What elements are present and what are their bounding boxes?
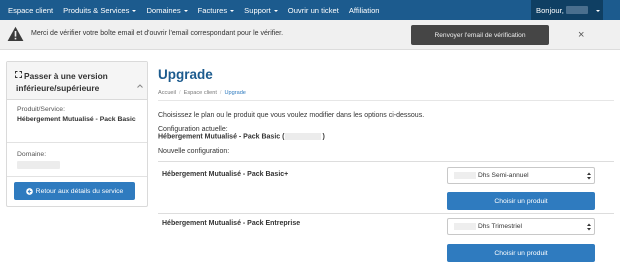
billing-cycle-value: Dhs Semi-annuel <box>478 172 529 179</box>
user-greeting: Bonjour, <box>536 5 564 15</box>
nav-label: Factures <box>197 5 228 15</box>
product-value: Hébergement Mutualisé - Pack Basic <box>17 116 136 123</box>
nav-label: Ouvrir un ticket <box>287 5 339 15</box>
caret-down-icon <box>273 9 278 12</box>
warning-icon <box>7 26 24 41</box>
nav-domaines[interactable]: Domaines <box>141 0 192 20</box>
intro-text: Choisissez le plan ou le produit que vou… <box>158 112 425 119</box>
breadcrumb-home[interactable]: Accueil <box>158 90 176 96</box>
choose-product-button[interactable]: Choisir un produit <box>447 192 595 210</box>
product-option-row: Hébergement Mutualisé - Pack Entreprise … <box>158 213 614 276</box>
caret-down-icon <box>183 9 188 12</box>
nav-ouvrir-ticket[interactable]: Ouvrir un ticket <box>283 0 344 20</box>
page-title: Upgrade <box>158 67 213 82</box>
sidebar-title: Passer à une version inférieure/supérieu… <box>16 71 108 93</box>
nav-support[interactable]: Support <box>239 0 283 20</box>
breadcrumb-client-area[interactable]: Espace client <box>184 90 217 96</box>
domain-label: Domaine: <box>17 151 47 158</box>
divider <box>7 142 147 143</box>
billing-cycle-value: Dhs Trimestriel <box>478 223 522 230</box>
back-button-label: Retour aux détails du service <box>35 187 124 195</box>
nav-espace-client[interactable]: Espace client <box>0 0 58 20</box>
alert-message: Merci de vérifier votre boîte email et d… <box>31 30 284 37</box>
breadcrumb-current: Upgrade <box>224 90 246 96</box>
caret-down-icon <box>132 9 137 12</box>
arrow-circle-left-icon <box>25 187 33 195</box>
billing-cycle-select[interactable]: Dhs Trimestriel <box>447 218 595 235</box>
chevron-up-icon[interactable] <box>137 84 143 88</box>
select-arrows-icon <box>587 172 591 180</box>
nav-label: Espace client <box>8 5 54 15</box>
product-name: Hébergement Mutualisé - Pack Entreprise <box>162 220 301 227</box>
domain-value-redacted <box>17 161 60 169</box>
nav-label: Affiliation <box>348 5 380 15</box>
nav-label: Domaines <box>146 5 181 15</box>
product-option-row: Hébergement Mutualisé - Pack Basic+ Dhs … <box>158 161 614 213</box>
sidebar-header[interactable]: Passer à une version inférieure/supérieu… <box>7 62 147 100</box>
new-config-label: Nouvelle configuration: <box>158 148 230 155</box>
divider <box>158 100 614 101</box>
current-product-name: Hébergement Mutualisé - Pack Basic <box>158 133 281 141</box>
paren: ( <box>282 133 285 141</box>
choose-product-button[interactable]: Choisir un produit <box>447 244 595 262</box>
nav-affiliation[interactable]: Affiliation <box>344 0 385 20</box>
user-menu[interactable]: Bonjour, <box>531 0 603 20</box>
billing-cycle-select[interactable]: Dhs Semi-annuel <box>447 167 595 184</box>
nav-label: Support <box>244 5 271 15</box>
nav-factures[interactable]: Factures <box>193 0 240 20</box>
user-name-redacted <box>565 6 588 14</box>
current-price-redacted <box>285 133 322 140</box>
resend-verification-button[interactable]: Renvoyer l'email de vérification <box>411 25 549 45</box>
product-name: Hébergement Mutualisé - Pack Basic+ <box>162 171 289 178</box>
close-icon[interactable]: × <box>578 29 584 41</box>
select-arrows-icon <box>587 223 591 231</box>
price-amount-redacted <box>454 172 476 179</box>
caret-down-icon <box>230 9 235 12</box>
nav-produits-services[interactable]: Produits & Services <box>58 0 141 20</box>
product-label: Produit/Service: <box>17 106 65 113</box>
paren: ) <box>322 133 325 141</box>
breadcrumb: Accueil / Espace client / Upgrade <box>158 90 246 96</box>
back-to-service-button[interactable]: Retour aux détails du service <box>14 182 135 200</box>
nav-label: Produits & Services <box>63 5 130 15</box>
current-config-label: Configuration actuelle: <box>158 126 228 133</box>
current-config-value: Hébergement Mutualisé - Pack Basic () <box>158 133 325 140</box>
caret-down-icon <box>595 9 600 12</box>
divider <box>7 176 147 177</box>
price-amount-redacted <box>454 223 476 230</box>
top-navigation: Espace client Produits & Services Domain… <box>0 0 620 20</box>
